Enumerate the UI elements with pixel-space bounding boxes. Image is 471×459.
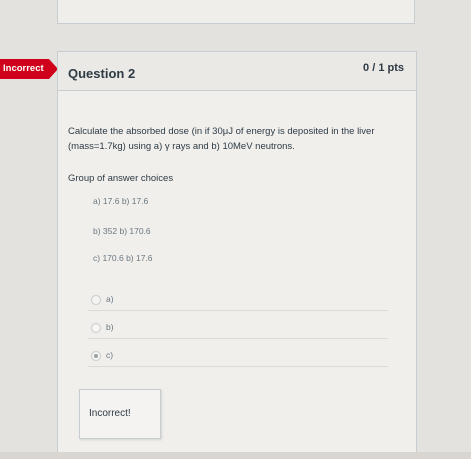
question-header: Question 2 0 / 1 pts (58, 52, 416, 91)
choice-option-c: c) 170.6 b) 17.6 (93, 253, 153, 263)
question-text: Calculate the absorbed dose (in if 30μJ … (68, 126, 375, 152)
question-title: Question 2 (68, 66, 136, 81)
feedback-text: Incorrect! (89, 408, 131, 419)
question-card: Question 2 0 / 1 pts Calculate the absor… (57, 51, 417, 457)
feedback-box: Incorrect! (79, 389, 161, 439)
answer-row-c[interactable]: c) (88, 348, 388, 367)
previous-question-card (57, 0, 415, 24)
answer-label-b: b) (106, 322, 114, 332)
radio-a[interactable] (91, 295, 101, 305)
answer-row-a[interactable]: a) (88, 292, 388, 311)
page-bottom-edge (0, 452, 471, 459)
incorrect-flag: Incorrect (0, 59, 58, 79)
question-points: 0 / 1 pts (363, 62, 404, 74)
radio-c-selected[interactable] (91, 351, 101, 361)
answer-label-c: c) (106, 350, 114, 360)
answer-group-label: Group of answer choices (68, 173, 174, 184)
answer-row-b[interactable]: b) (88, 320, 388, 339)
choice-option-b: b) 352 b) 170.6 (93, 226, 151, 236)
choice-option-a: a) 17.6 b) 17.6 (93, 196, 149, 206)
radio-b[interactable] (91, 323, 101, 333)
answer-label-a: a) (106, 294, 114, 304)
